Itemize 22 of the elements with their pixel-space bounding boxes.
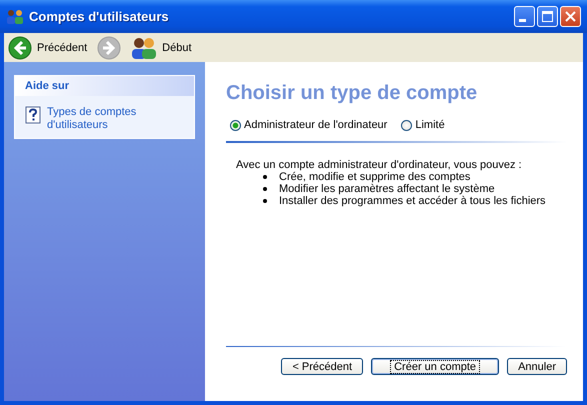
cancel-button[interactable]: Annuler [507,358,567,375]
bullet-item: Modifier les paramètres affectant le système [279,183,495,195]
help-icon [25,106,41,124]
close-button[interactable] [560,6,581,27]
bullet-item: Crée, modifie et supprime des comptes [279,171,470,183]
create-button[interactable]: Créer un compte [371,358,500,375]
radio-option[interactable]: Limité [401,119,445,131]
users-icon [6,8,24,24]
close-icon [565,11,576,22]
panel-title: Aide sur [15,76,194,96]
maximize-button[interactable] [537,6,558,27]
back-button[interactable]: < Précédent [281,358,364,375]
page-heading: Choisir un type de compte [226,82,478,105]
users-icon [131,36,158,58]
minimize-button[interactable] [514,6,535,27]
window-title: Comptes d'utilisateurs [29,9,170,24]
home-button[interactable]: Début [131,36,192,58]
radio-option[interactable]: Administrateur de l'ordinateur [230,119,388,131]
back-button[interactable]: Précédent [8,36,88,60]
help-link[interactable]: Types de comptes d'utilisateurs [47,106,157,132]
bullet-item: Installer des programmes et accéder à tous les fichiers [279,195,546,207]
description-text: Avec un compte administrateur d'ordinateur, vous pouvez : [236,159,523,171]
